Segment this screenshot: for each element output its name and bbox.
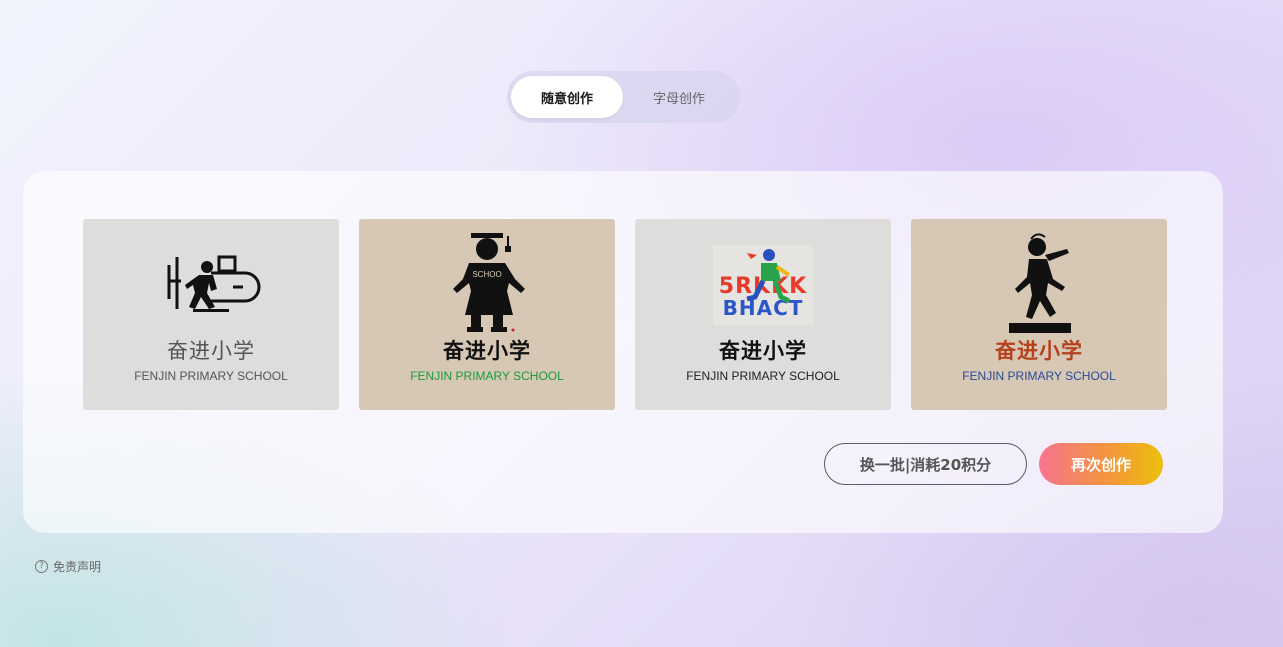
disclaimer-label: 免责声明 <box>53 560 102 574</box>
tab-letter-create[interactable]: 字母创作 <box>623 76 735 118</box>
striding-boy-statue-icon <box>1009 233 1071 333</box>
child-with-bus-icon <box>167 255 261 312</box>
graduate-child-silhouette-icon: SCHOO <box>453 233 525 332</box>
school-name-en: FENJIN PRIMARY SCHOOL <box>134 369 288 383</box>
disclaimer-link[interactable]: ? 免责声明 <box>35 558 101 575</box>
school-name-en: FENJIN PRIMARY SCHOOL <box>410 369 564 383</box>
school-name-cn: 奋进小学 <box>443 339 531 363</box>
logo-result-card[interactable]: 5RKKK BHACT 奋进小学 FENJIN PRIMARY SCHOOL <box>635 219 891 410</box>
school-name-en: FENJIN PRIMARY SCHOOL <box>962 369 1116 383</box>
svg-text:SCHOO: SCHOO <box>472 270 501 279</box>
question-circle-icon: ? <box>35 560 48 573</box>
logo-result-card[interactable]: SCHOO 奋进小学 FENJIN PRIMARY SCHOOL <box>359 219 615 410</box>
results-panel: 奋进小学 FENJIN PRIMARY SCHOOL SCHOO 奋进小学 FE… <box>23 171 1223 533</box>
tab-free-create[interactable]: 随意创作 <box>511 76 623 118</box>
emblem-letter-row-2: BHACT <box>723 296 804 320</box>
logo-result-card[interactable]: 奋进小学 FENJIN PRIMARY SCHOOL <box>83 219 339 410</box>
svg-text:BHACT: BHACT <box>723 296 804 320</box>
school-name-cn: 奋进小学 <box>719 339 807 363</box>
refresh-batch-button[interactable]: 换一批|消耗20积分 <box>824 443 1027 485</box>
running-child-letters-icon: 5RKKK BHACT <box>713 245 813 325</box>
logo-result-card[interactable]: 奋进小学 FENJIN PRIMARY SCHOOL <box>911 219 1167 410</box>
create-again-button[interactable]: 再次创作 <box>1039 443 1163 485</box>
school-name-cn: 奋进小学 <box>167 339 255 363</box>
mode-tabs: 随意创作 字母创作 <box>507 71 740 123</box>
school-name-cn: 奋进小学 <box>995 339 1083 363</box>
school-name-en: FENJIN PRIMARY SCHOOL <box>686 369 840 383</box>
